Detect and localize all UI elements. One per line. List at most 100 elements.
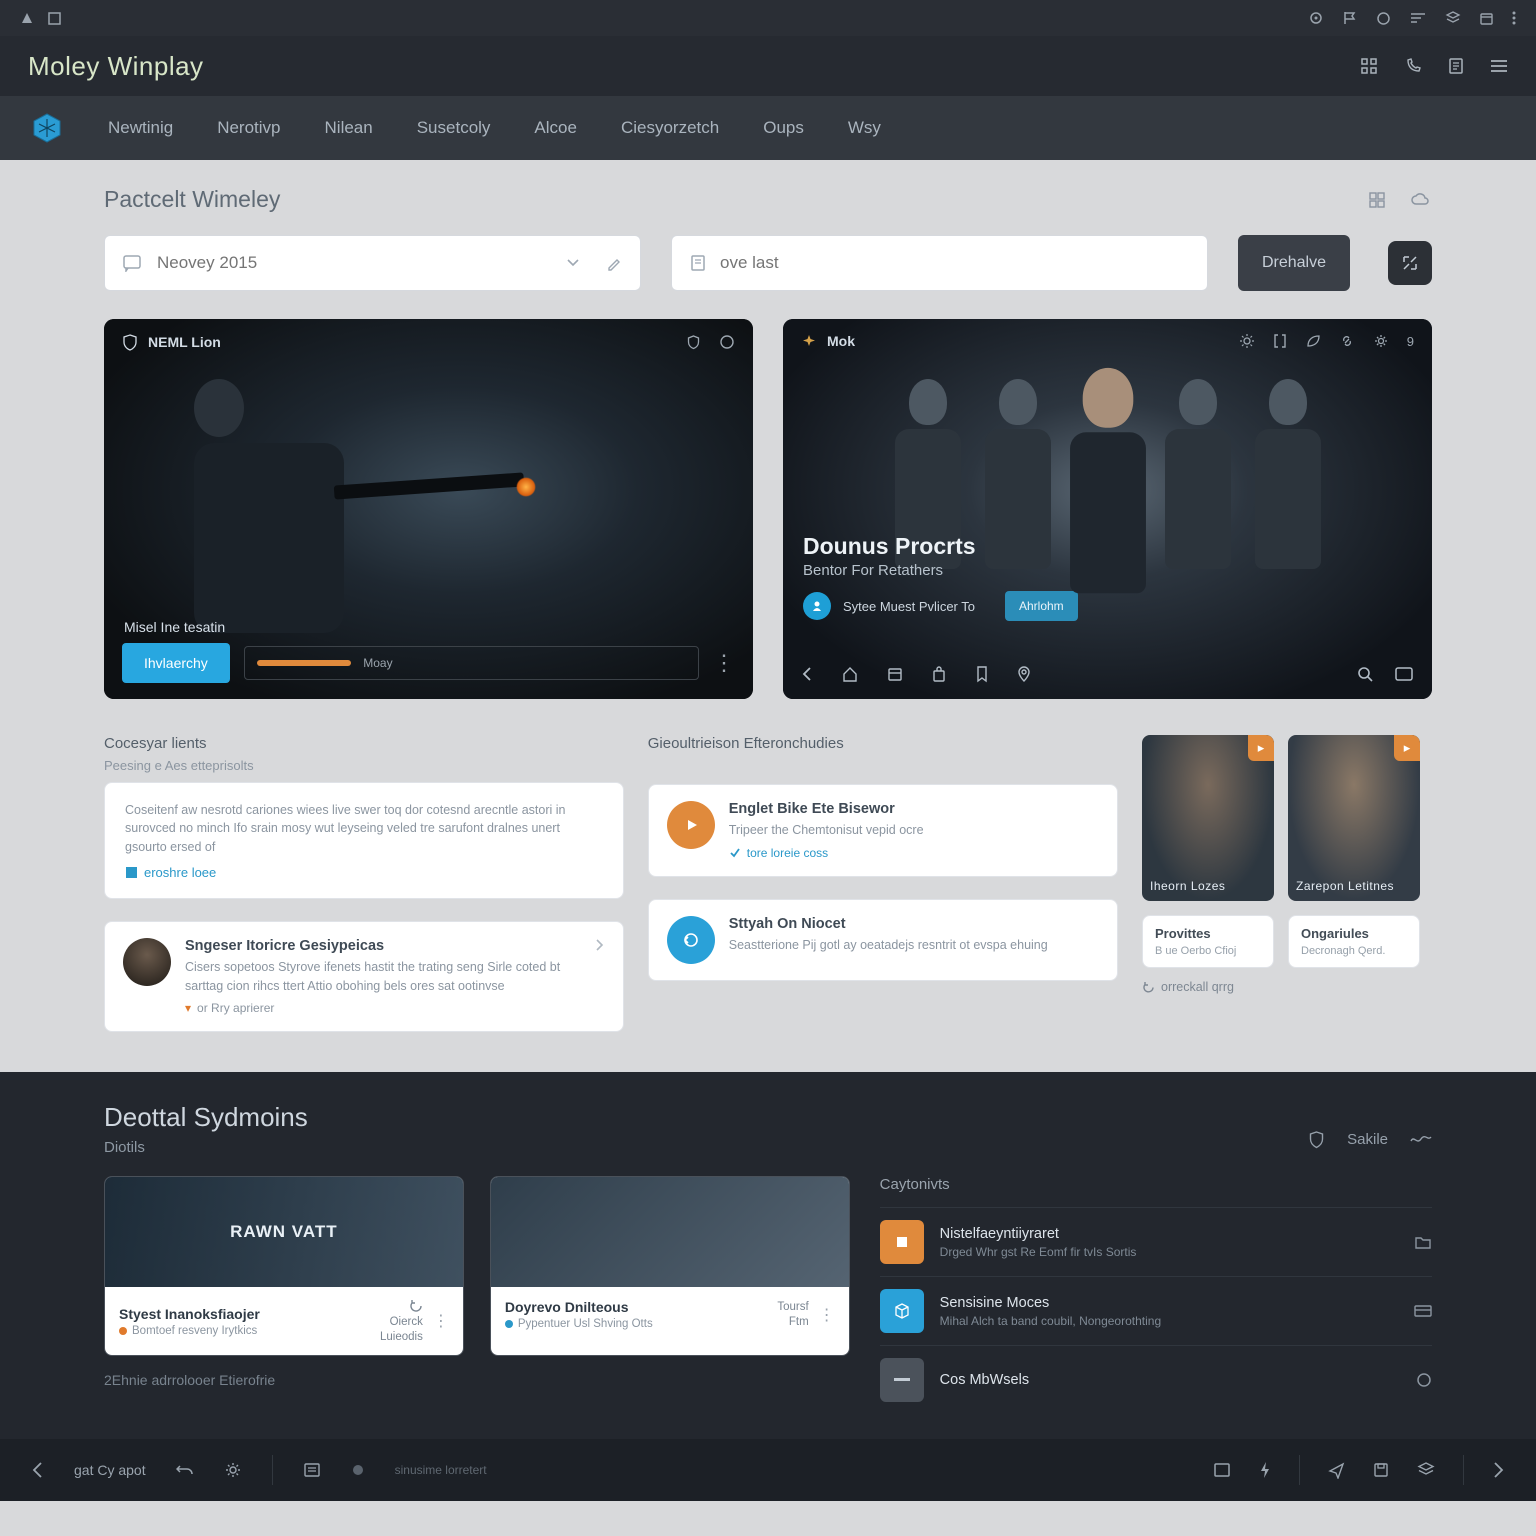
bb-bolt-icon[interactable]: [1259, 1461, 1271, 1479]
lower-right-label[interactable]: Sakile: [1347, 1131, 1388, 1148]
search-right-input[interactable]: [720, 253, 1189, 273]
profile-tile-1[interactable]: ▸ Iheorn Lozes: [1142, 735, 1274, 901]
mc1-more-icon[interactable]: ⋮: [433, 1311, 449, 1331]
nav-item-1[interactable]: Nerotivp: [217, 118, 280, 138]
hr-link-icon[interactable]: [1339, 333, 1355, 349]
nav-item-5[interactable]: Ciesyorzetch: [621, 118, 719, 138]
search-right[interactable]: [671, 235, 1208, 291]
sys-calendar-icon[interactable]: [1479, 11, 1494, 26]
side-card-icon[interactable]: [1414, 1304, 1432, 1318]
caption-card-2[interactable]: Ongariules Decronagh Qerd.: [1288, 915, 1420, 968]
s1-sub: Drged Whr gst Re Eomf fir tvIs Sortis: [940, 1245, 1398, 1259]
title-doc-icon[interactable]: [1448, 57, 1464, 75]
hr-pin-icon[interactable]: [1017, 665, 1031, 683]
hr-home-icon[interactable]: [841, 665, 859, 683]
nav-item-0[interactable]: Newtinig: [108, 118, 173, 138]
search-action-button[interactable]: Drehalve: [1238, 235, 1350, 291]
page-cloud-icon[interactable]: [1410, 191, 1432, 209]
hr-leaf-icon[interactable]: [1305, 333, 1321, 349]
nav-item-2[interactable]: Nilean: [325, 118, 373, 138]
search-left[interactable]: [104, 235, 641, 291]
caption-card-1[interactable]: Provittes B ue Oerbo Cfioj: [1142, 915, 1274, 968]
mid-item-2[interactable]: Sttyah On Niocet Seastterione Pij gotl a…: [648, 899, 1118, 981]
hero-card-right[interactable]: Mok 9 Dounus Procrts Bentor For Retather…: [783, 319, 1432, 699]
sys-triangle-icon[interactable]: [20, 11, 34, 25]
bb-window-icon[interactable]: [1213, 1462, 1231, 1478]
hero-circle-icon[interactable]: [719, 334, 735, 351]
dot-icon: [119, 1327, 127, 1335]
hr-num-icon[interactable]: 9: [1407, 333, 1414, 349]
side-item-2[interactable]: Sensisine MocesMihal Alch ta band coubil…: [880, 1276, 1432, 1345]
nav-item-6[interactable]: Oups: [763, 118, 804, 138]
side-circle-icon[interactable]: [1416, 1372, 1432, 1388]
side-item-3[interactable]: Cos MbWsels: [880, 1345, 1432, 1414]
nav-item-4[interactable]: Alcoe: [534, 118, 577, 138]
mid-section-title: Gieoultrieison Efteronchudies: [648, 735, 1118, 752]
app-title: Moley Winplay: [28, 51, 204, 82]
left-list-item[interactable]: Sngeser Itoricre Gesiypeicas Cisers sope…: [104, 921, 624, 1033]
bb-record-icon[interactable]: [351, 1463, 365, 1477]
side-folder-icon[interactable]: [1414, 1234, 1432, 1250]
bb-undo-icon[interactable]: [176, 1462, 194, 1478]
bb-send-icon[interactable]: [1328, 1462, 1345, 1479]
mc1-overlay: RAWN VATT: [105, 1177, 463, 1287]
app-titlebar: Moley Winplay: [0, 36, 1536, 96]
hr-screen-icon[interactable]: [1394, 666, 1414, 682]
chevron-down-icon[interactable]: [566, 258, 580, 268]
hero-left-cta[interactable]: Ihvlaerchy: [122, 643, 230, 683]
sys-sort-icon[interactable]: [1409, 11, 1427, 25]
sys-square-icon[interactable]: [48, 11, 61, 25]
side-item-1[interactable]: NistelfaeyntiiyraretDrged Whr gst Re Eom…: [880, 1207, 1432, 1276]
lower-wave-icon[interactable]: [1410, 1133, 1432, 1145]
title-grid-icon[interactable]: [1360, 57, 1378, 75]
page-grid-icon[interactable]: [1368, 191, 1386, 209]
nav-item-7[interactable]: Wsy: [848, 118, 881, 138]
bb-list-icon[interactable]: [303, 1462, 321, 1478]
cap2-sub: Decronagh Qerd.: [1301, 945, 1407, 957]
hero-card-left[interactable]: NEML Lion Misel Ine tesatin Ihvlaerchy M…: [104, 319, 753, 699]
left-link[interactable]: eroshre loee: [125, 865, 603, 880]
bb-save-icon[interactable]: [1373, 1462, 1389, 1478]
media-card-2[interactable]: Doyrevo Dnilteous Pypentuer Usl Shving O…: [490, 1176, 850, 1356]
left-item2-title: Sngeser Itoricre Gesiypeicas: [185, 938, 581, 954]
hr-gear-icon[interactable]: [1373, 333, 1389, 349]
tile-badge-icon-2: ▸: [1394, 735, 1420, 761]
title-menu-icon[interactable]: [1490, 57, 1508, 75]
media-card-1[interactable]: RAWN VATT Styest Inanoksfiaojer Bomtoef …: [104, 1176, 464, 1356]
hero-progress[interactable]: Moay: [244, 646, 699, 680]
bb-gear-icon[interactable]: [224, 1461, 242, 1479]
sys-target-icon[interactable]: [1308, 10, 1324, 26]
bb-back-icon[interactable]: [30, 1461, 44, 1479]
nav-logo-icon[interactable]: [30, 111, 64, 145]
search-left-input[interactable]: [157, 253, 552, 273]
bb-forward-icon[interactable]: [1492, 1461, 1506, 1479]
mid-item-1[interactable]: Englet Bike Ete Bisewor Tripeer the Chem…: [648, 784, 1118, 877]
lower-section: Deottal Sydmoins Diotils Sakile RAWN VAT…: [0, 1072, 1536, 1439]
hr-cal-icon[interactable]: [887, 666, 903, 682]
bb-layers-icon[interactable]: [1417, 1461, 1435, 1479]
main-content: Pactcelt Wimeley Drehalve: [0, 160, 1536, 1072]
sys-more-icon[interactable]: [1512, 11, 1516, 25]
profile-tile-2[interactable]: ▸ Zarepon Letitnes: [1288, 735, 1420, 901]
hr-bookmark-icon[interactable]: [975, 665, 989, 683]
sys-flag-icon[interactable]: [1342, 10, 1358, 26]
hero-left-more-icon[interactable]: ⋮: [713, 650, 735, 676]
edit-icon[interactable]: [606, 255, 622, 271]
hr-sun-icon[interactable]: [1239, 333, 1255, 349]
lower-shield-icon[interactable]: [1308, 1130, 1325, 1149]
hero-shield2-icon[interactable]: [686, 334, 701, 351]
tile1-tag: Iheorn Lozes: [1150, 879, 1225, 893]
expand-icon[interactable]: [1388, 241, 1432, 285]
left-section-sub: Peesing e Aes etteprisolts: [104, 756, 624, 776]
mc2-more-icon[interactable]: ⋮: [819, 1305, 835, 1325]
hr-bracket-icon[interactable]: [1273, 333, 1287, 349]
hr-search-icon[interactable]: [1357, 666, 1374, 683]
hr-prev-icon[interactable]: [801, 666, 813, 682]
nav-item-3[interactable]: Susetcoly: [417, 118, 491, 138]
hr-bag-icon[interactable]: [931, 665, 947, 683]
sys-layers-icon[interactable]: [1445, 10, 1461, 26]
title-phone-icon[interactable]: [1404, 57, 1422, 75]
sys-circle-icon[interactable]: [1376, 11, 1391, 26]
mc1-refresh-icon[interactable]: [409, 1299, 423, 1313]
chevron-right-icon[interactable]: [595, 938, 605, 952]
